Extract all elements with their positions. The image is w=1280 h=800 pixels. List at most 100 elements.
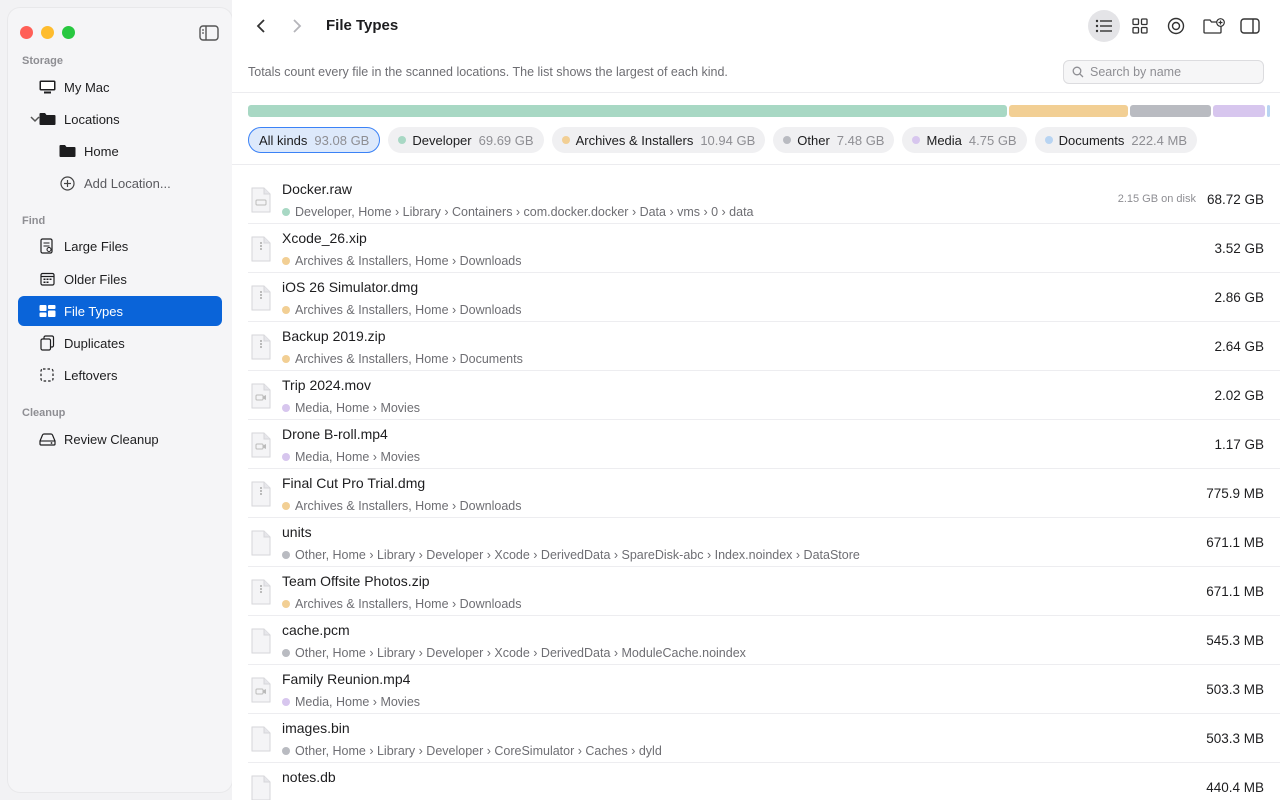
chip-label: Documents bbox=[1058, 132, 1125, 148]
back-button[interactable] bbox=[244, 10, 278, 42]
chip-other[interactable]: Other 7.48 GB bbox=[773, 127, 895, 153]
chevron-down-icon[interactable] bbox=[30, 104, 40, 134]
file-row[interactable]: Trip 2024.mov Media, Home › Movies 2.02 GB bbox=[248, 371, 1280, 420]
file-row[interactable]: cache.pcm Other, Home › Library › Develop… bbox=[248, 616, 1280, 665]
sidebar-item-older-files[interactable]: Older Files bbox=[18, 264, 222, 294]
calendar-icon bbox=[38, 270, 56, 288]
chip-media[interactable]: Media 4.75 GB bbox=[902, 127, 1027, 153]
file-size: 2.02 GB bbox=[1214, 388, 1264, 403]
list-icon bbox=[1095, 19, 1112, 33]
sidebar-toggle-icon bbox=[199, 25, 219, 41]
list-view-button[interactable] bbox=[1088, 10, 1120, 42]
usage-segment-media bbox=[1213, 105, 1265, 117]
sidebar-item-my-mac[interactable]: My Mac bbox=[18, 72, 222, 102]
kind-color-dot bbox=[398, 136, 407, 144]
kind-color-dot bbox=[282, 257, 290, 265]
display-icon bbox=[38, 78, 56, 96]
folder-icon bbox=[38, 110, 56, 128]
file-icon bbox=[250, 187, 272, 213]
sidebar-item-large-files[interactable]: Large Files bbox=[18, 231, 222, 261]
file-size: 2.86 GB bbox=[1214, 290, 1264, 305]
kind-color-dot bbox=[912, 136, 921, 144]
file-icon bbox=[250, 628, 272, 654]
file-path: Developer, Home › Library › Containers ›… bbox=[282, 205, 754, 219]
inspector-toggle-button[interactable] bbox=[1234, 10, 1266, 42]
sidebar-right-icon bbox=[1240, 18, 1260, 34]
add-location-button[interactable]: Add Location... bbox=[18, 168, 222, 198]
forward-button[interactable] bbox=[280, 10, 314, 42]
file-row[interactable]: Team Offsite Photos.zip Archives & Instal… bbox=[248, 567, 1280, 616]
sidebar-item-label: File Types bbox=[64, 303, 124, 319]
chips-divider bbox=[232, 164, 1280, 165]
chevron-left-icon bbox=[256, 19, 265, 33]
file-name: Drone B-roll.mp4 bbox=[282, 426, 388, 442]
chip-documents[interactable]: Documents 222.4 MB bbox=[1034, 127, 1198, 153]
sidebar-item-locations[interactable]: Locations bbox=[18, 104, 222, 134]
sidebar-item-home[interactable]: Home bbox=[18, 136, 222, 166]
file-name: Final Cut Pro Trial.dmg bbox=[282, 475, 426, 491]
sidebar-item-duplicates[interactable]: Duplicates bbox=[18, 328, 222, 358]
chip-size: 10.94 GB bbox=[700, 132, 756, 148]
file-row[interactable]: iOS 26 Simulator.dmg Archives & Installer… bbox=[248, 273, 1280, 322]
sidebar-item-leftovers[interactable]: Leftovers bbox=[18, 360, 222, 390]
page-subtitle: Totals count every file in the scanned l… bbox=[248, 65, 728, 79]
file-icon bbox=[250, 726, 272, 752]
file-row[interactable]: Drone B-roll.mp4 Media, Home › Movies 1.17… bbox=[248, 420, 1280, 469]
search-field[interactable]: Search by name bbox=[1063, 60, 1264, 84]
file-name: iOS 26 Simulator.dmg bbox=[282, 279, 419, 295]
file-name: cache.pcm bbox=[282, 622, 350, 638]
plus-circle-icon bbox=[58, 174, 76, 192]
file-size: 3.52 GB bbox=[1214, 241, 1264, 256]
chip-label: All kinds bbox=[259, 132, 308, 148]
grid-view-button[interactable] bbox=[1124, 10, 1156, 42]
add-folder-button[interactable] bbox=[1198, 10, 1230, 42]
file-size: 1.17 GB bbox=[1214, 437, 1264, 452]
sidebar: Storage My Mac Locations Home Add Locati… bbox=[8, 8, 232, 792]
grid-icon bbox=[38, 302, 56, 320]
file-row[interactable]: Family Reunion.mp4 Media, Home › Movies 50… bbox=[248, 665, 1280, 714]
sidebar-item-label: Large Files bbox=[64, 238, 129, 254]
close-window-button[interactable] bbox=[20, 26, 33, 39]
file-size: 671.1 MB bbox=[1206, 584, 1264, 599]
chip-archives[interactable]: Archives & Installers 10.94 GB bbox=[551, 127, 766, 153]
file-icon bbox=[250, 432, 272, 458]
file-row[interactable]: Xcode_26.xip Archives & Installers, Home … bbox=[248, 224, 1280, 273]
sidebar-item-file-types[interactable]: File Types bbox=[18, 296, 222, 326]
file-row[interactable]: Final Cut Pro Trial.dmg Archives & Instal… bbox=[248, 469, 1280, 518]
folder-plus-icon bbox=[1203, 17, 1225, 34]
file-path-text: Media, Home › Movies bbox=[295, 401, 421, 415]
file-icon bbox=[250, 530, 272, 556]
doc-icon bbox=[38, 237, 56, 255]
file-path-text: Archives & Installers, Home › Downloads bbox=[295, 303, 522, 317]
file-path: Media, Home › Movies bbox=[282, 401, 420, 415]
chip-all[interactable]: All kinds 93.08 GB bbox=[248, 127, 381, 153]
file-icon bbox=[250, 677, 272, 703]
dashed-square-icon bbox=[38, 366, 56, 384]
file-name: Family Reunion.mp4 bbox=[282, 671, 411, 687]
zoom-window-button[interactable] bbox=[62, 26, 75, 39]
chip-developer[interactable]: Developer 69.69 GB bbox=[388, 127, 544, 153]
ring-view-button[interactable] bbox=[1160, 10, 1192, 42]
kind-color-dot bbox=[282, 551, 290, 559]
sidebar-toggle-button[interactable] bbox=[198, 24, 220, 42]
file-row[interactable]: Docker.raw Developer, Home › Library › Co… bbox=[248, 175, 1280, 224]
file-path-text: Other, Home › Library › Developer › Xcod… bbox=[295, 548, 860, 562]
ring-chart-icon bbox=[1167, 17, 1185, 35]
file-row[interactable]: Backup 2019.zip Archives & Installers, Ho… bbox=[248, 322, 1280, 371]
kind-color-dot bbox=[282, 453, 290, 461]
file-icon bbox=[250, 383, 272, 409]
file-name: Docker.raw bbox=[282, 181, 353, 197]
sidebar-item-label: Review Cleanup bbox=[64, 431, 159, 447]
file-path-text: Developer, Home › Library › Containers ›… bbox=[295, 205, 754, 219]
kind-color-dot bbox=[282, 649, 290, 657]
file-row[interactable]: units Other, Home › Library › Developer ›… bbox=[248, 518, 1280, 567]
file-size: 503.3 MB bbox=[1206, 682, 1264, 697]
file-path: Other, Home › Library › Developer › Xcod… bbox=[282, 548, 860, 562]
file-icon bbox=[250, 285, 272, 311]
file-row[interactable]: images.bin Other, Home › Library › Develo… bbox=[248, 714, 1280, 763]
minimize-window-button[interactable] bbox=[41, 26, 54, 39]
sidebar-item-review-cleanup[interactable]: Review Cleanup bbox=[18, 424, 222, 454]
file-row[interactable]: notes.db 440.4 MB bbox=[248, 763, 1280, 800]
search-icon bbox=[1072, 66, 1084, 78]
file-icon bbox=[250, 579, 272, 605]
